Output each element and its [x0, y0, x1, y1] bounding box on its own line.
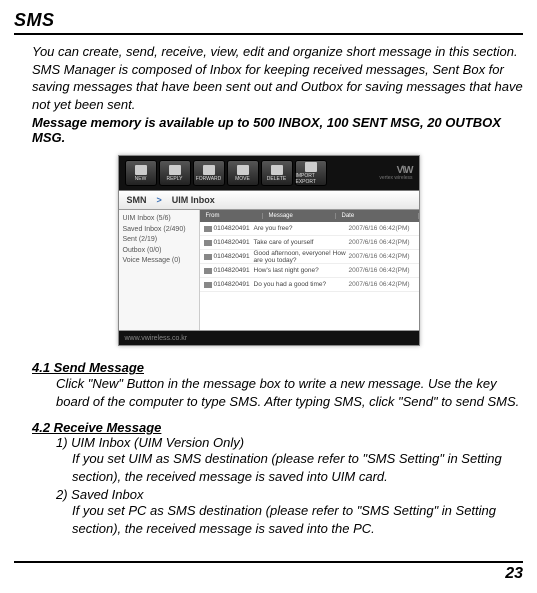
mail-icon	[204, 254, 212, 260]
screenshot-toolbar: NEW REPLY FORWARD MOVE DELETE IMPORT EXP…	[119, 156, 419, 190]
section-4-2-item-1: 1) UIM Inbox (UIM Version Only)	[56, 435, 523, 450]
toolbar-move-button[interactable]: MOVE	[227, 160, 259, 186]
section-4-2-item-1-body: If you set UIM as SMS destination (pleas…	[72, 450, 523, 485]
memory-note: Message memory is available up to 500 IN…	[32, 115, 523, 145]
page-title: SMS	[14, 10, 523, 35]
breadcrumb-current: UIM Inbox	[172, 195, 215, 205]
app-logo: V\W vertex wireless	[379, 166, 412, 181]
sidebar-item-outbox[interactable]: Outbox (0/0)	[123, 246, 195, 257]
table-row[interactable]: 0104820491Take care of yourself2007/6/16…	[200, 236, 419, 250]
table-row[interactable]: 0104820491Are you free?2007/6/16 06:42(P…	[200, 222, 419, 236]
chevron-right-icon: >	[157, 195, 162, 205]
mail-icon	[204, 226, 212, 232]
table-row[interactable]: 0104820491Good afternoon, everyone! How …	[200, 250, 419, 264]
section-4-2-item-2-body: If you set PC as SMS destination (please…	[72, 502, 523, 537]
sidebar-item-uim-inbox[interactable]: UIM Inbox (5/6)	[123, 214, 195, 225]
sidebar-item-sent[interactable]: Sent (2/19)	[123, 235, 195, 246]
sidebar-item-saved-inbox[interactable]: Saved Inbox (2/490)	[123, 225, 195, 236]
screenshot-sidebar: UIM Inbox (5/6) Saved Inbox (2/490) Sent…	[119, 210, 200, 330]
screenshot-container: NEW REPLY FORWARD MOVE DELETE IMPORT EXP…	[14, 155, 523, 346]
toolbar-delete-button[interactable]: DELETE	[261, 160, 293, 186]
mail-icon	[204, 282, 212, 288]
table-row[interactable]: 0104820491How's last night gone?2007/6/1…	[200, 264, 419, 278]
intro-text: You can create, send, receive, view, edi…	[32, 43, 523, 113]
table-row[interactable]: 0104820491Do you had a good time?2007/6/…	[200, 278, 419, 292]
screenshot-footer: www.vwireless.co.kr	[119, 331, 419, 345]
breadcrumb-root: SMN	[127, 195, 147, 205]
toolbar-new-button[interactable]: NEW	[125, 160, 157, 186]
mail-icon	[204, 268, 212, 274]
section-4-2-item-2: 2) Saved Inbox	[56, 487, 523, 502]
app-screenshot: NEW REPLY FORWARD MOVE DELETE IMPORT EXP…	[118, 155, 420, 346]
section-4-1-heading: 4.1 Send Message	[32, 360, 523, 375]
sidebar-item-voice[interactable]: Voice Message (0)	[123, 256, 195, 267]
page-number: 23	[14, 561, 523, 583]
section-4-2-heading: 4.2 Receive Message	[32, 420, 523, 435]
toolbar-import-export-button[interactable]: IMPORT EXPORT	[295, 160, 327, 186]
breadcrumb: SMN > UIM Inbox	[119, 190, 419, 210]
mail-icon	[204, 240, 212, 246]
toolbar-reply-button[interactable]: REPLY	[159, 160, 191, 186]
section-4-1-body: Click "New" Button in the message box to…	[56, 375, 523, 410]
table-header: From Message Date	[200, 210, 419, 222]
toolbar-forward-button[interactable]: FORWARD	[193, 160, 225, 186]
screenshot-main: From Message Date 0104820491Are you free…	[200, 210, 419, 330]
